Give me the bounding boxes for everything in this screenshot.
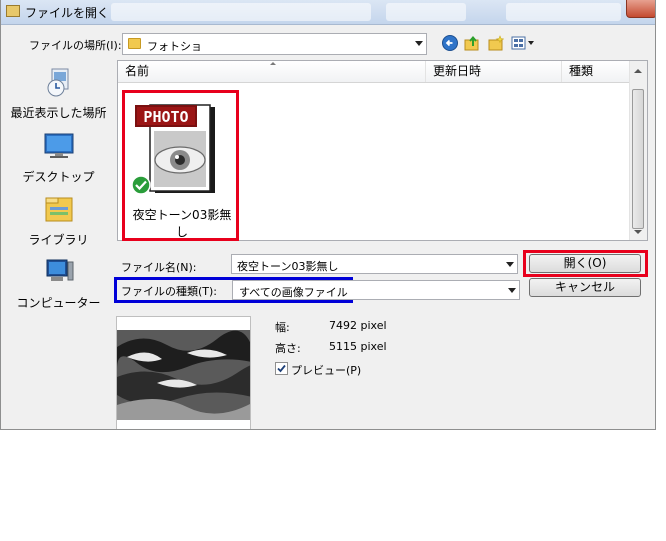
window-icon [6, 5, 20, 17]
place-label: デスクトップ [22, 170, 95, 184]
scroll-down-icon[interactable] [634, 230, 642, 234]
chevron-down-icon[interactable] [506, 262, 514, 267]
scroll-up-icon[interactable] [634, 69, 642, 73]
place-label: 最近表示した場所 [10, 106, 107, 120]
window-title: ファイルを開く [25, 6, 110, 20]
desktop-icon [44, 133, 73, 158]
column-name-label: 名前 [125, 64, 150, 78]
computer-icon [46, 259, 73, 281]
lookin-value: フォトショ [147, 40, 202, 53]
places-bar: 最近表示した場所 デスクトップ ライブラリ コンピューター [1, 60, 116, 330]
filetype-select[interactable]: すべての画像ファイル [232, 280, 520, 300]
column-date[interactable]: 更新日時 [426, 61, 562, 82]
new-folder-icon[interactable] [488, 35, 504, 51]
filetype-label: ファイルの種類(T): [121, 285, 218, 298]
open-button[interactable]: 開く(O) [529, 254, 641, 273]
place-computer[interactable]: コンピューター [1, 256, 116, 311]
filename-value: 夜空トーン03影無し [237, 260, 339, 273]
chevron-down-icon [415, 41, 423, 46]
filename-label: ファイル名(N): [121, 261, 197, 274]
vertical-scrollbar[interactable] [629, 61, 647, 240]
height-label: 高さ: [275, 342, 301, 355]
preview-image [117, 317, 250, 429]
file-name-label: 夜空トーン03影無 し [129, 207, 235, 241]
column-type[interactable]: 種類 [562, 61, 630, 82]
sync-check-icon [131, 175, 151, 195]
preview-checkbox-label[interactable]: プレビュー(P) [291, 362, 361, 378]
open-file-dialog: ファイルを開く ファイルの場所(I): フォトショ 最近表示した場所 デスクトッ… [0, 0, 656, 430]
place-libraries[interactable]: ライブラリ [1, 193, 116, 248]
preview-checkbox[interactable] [275, 362, 288, 375]
lookin-combo[interactable]: フォトショ [122, 33, 427, 55]
file-badge: PHOTO [143, 108, 188, 126]
width-value: 7492 pixel [329, 319, 387, 332]
checkmark-icon [277, 364, 286, 373]
view-menu-icon[interactable] [511, 35, 535, 51]
lookin-label: ファイルの場所(I): [29, 39, 122, 52]
scroll-thumb[interactable] [632, 89, 644, 229]
sort-ascending-icon [270, 62, 276, 65]
libraries-icon [45, 197, 72, 222]
folder-icon [128, 38, 141, 49]
place-label: ライブラリ [28, 233, 89, 247]
filetype-value: すべての画像ファイル [239, 286, 348, 299]
height-value: 5115 pixel [329, 340, 387, 353]
file-item[interactable]: PHOTO 夜空トーン03影無 し [122, 90, 239, 241]
recent-places-icon [47, 68, 68, 97]
place-label: コンピューター [16, 296, 101, 310]
column-header-row: 名前 更新日時 種類 [118, 61, 630, 83]
place-desktop[interactable]: デスクトップ [1, 130, 116, 185]
place-recent[interactable]: 最近表示した場所 [1, 66, 116, 121]
up-folder-icon[interactable] [464, 35, 480, 51]
close-button[interactable] [626, 0, 655, 18]
column-name[interactable]: 名前 [118, 61, 426, 82]
cancel-button[interactable]: キャンセル [529, 278, 641, 297]
file-list[interactable]: 名前 更新日時 種類 PHOTO 夜空トーン03影無 し [117, 60, 648, 241]
width-label: 幅: [275, 321, 290, 334]
filename-input[interactable]: 夜空トーン03影無し [231, 254, 518, 274]
file-name-line2: し [175, 225, 188, 239]
back-icon[interactable] [442, 35, 458, 51]
title-bar[interactable]: ファイルを開く [1, 0, 655, 25]
chevron-down-icon[interactable] [508, 288, 516, 293]
file-name-line1: 夜空トーン03影無 [132, 208, 232, 222]
preview-pane [116, 316, 251, 429]
